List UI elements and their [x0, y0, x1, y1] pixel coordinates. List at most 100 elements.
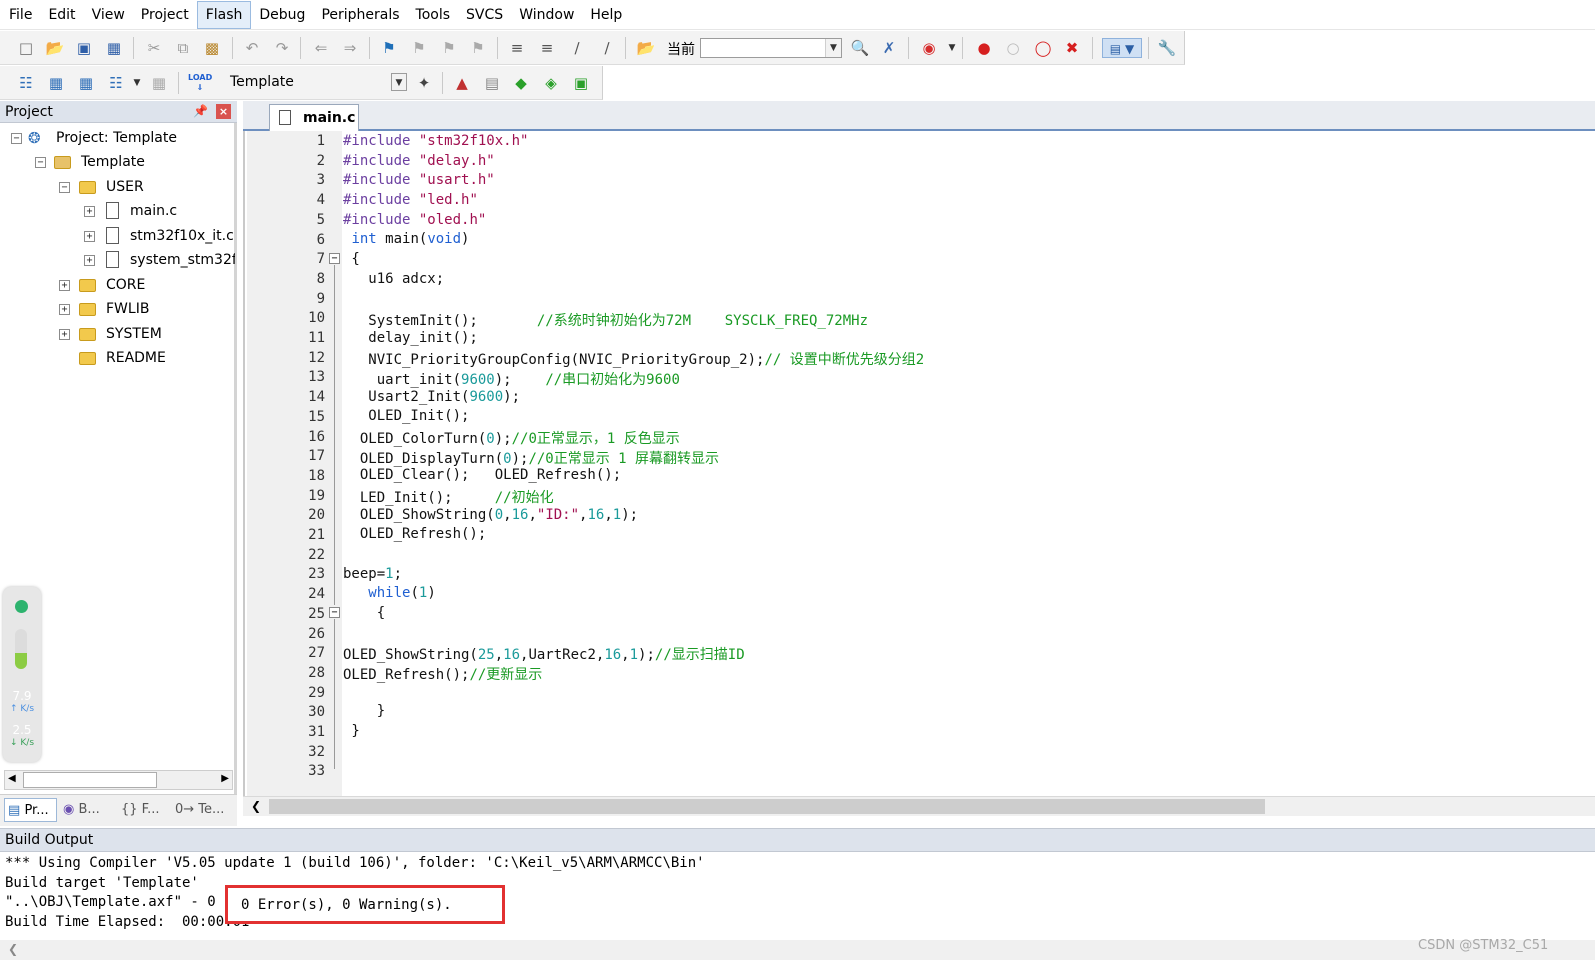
menu-debug[interactable]: Debug: [251, 0, 313, 30]
expand-icon[interactable]: +: [59, 304, 70, 315]
tree-item-core[interactable]: + CORE: [0, 274, 230, 296]
project-panel-title: Project: [5, 104, 53, 120]
file-extensions-icon[interactable]: ▲: [452, 73, 472, 93]
tree-item-system-stm32f1[interactable]: + system_stm32f1: [0, 249, 235, 271]
network-speed-widget[interactable]: 7.9 ↑ K/s 2.5 ↓ K/s: [3, 587, 41, 762]
tab-templates[interactable]: 0→ Te...: [172, 798, 232, 822]
bookmark-icon[interactable]: ⚑: [379, 38, 399, 58]
menu-svcs[interactable]: SVCS: [458, 0, 511, 30]
scroll-thumb[interactable]: [23, 772, 157, 788]
tree-item-readme[interactable]: README: [0, 347, 230, 369]
folder-icon: [79, 352, 96, 365]
tree-item-target[interactable]: − Template: [0, 151, 230, 173]
nav-forward-icon[interactable]: ⇒: [340, 38, 360, 58]
tree-item-system[interactable]: + SYSTEM: [0, 323, 230, 345]
debug-session-icon[interactable]: ◉: [919, 38, 939, 58]
fold-toggle-icon[interactable]: −: [329, 253, 340, 264]
comment-icon[interactable]: ∕: [567, 38, 587, 58]
project-hscrollbar[interactable]: ◀ ▶: [4, 770, 233, 790]
indent-icon[interactable]: ≡: [507, 38, 527, 58]
scroll-left-icon[interactable]: ◀: [8, 773, 16, 784]
close-icon[interactable]: ×: [216, 104, 231, 119]
copy-icon[interactable]: ⧉: [173, 38, 193, 58]
tree-item-fwlib[interactable]: + FWLIB: [0, 298, 230, 320]
tab-main-c[interactable]: main.c: [269, 104, 359, 131]
select-packs-icon[interactable]: ▣: [571, 73, 591, 93]
scroll-left-icon[interactable]: ❮: [8, 942, 18, 956]
incremental-find-icon[interactable]: 🔍: [850, 38, 870, 58]
menu-file[interactable]: File: [0, 0, 40, 30]
expand-icon[interactable]: +: [84, 206, 95, 217]
find-combo[interactable]: ▼: [700, 38, 842, 58]
fold-toggle-icon[interactable]: −: [329, 607, 340, 618]
build-output-hscrollbar[interactable]: ❮: [0, 940, 1595, 960]
pin-icon[interactable]: 📌: [193, 104, 208, 118]
tab-books[interactable]: ◉ B...: [60, 798, 114, 822]
rebuild-icon[interactable]: ▦: [76, 73, 96, 93]
find-replace-icon[interactable]: ✗: [879, 38, 899, 58]
expand-icon[interactable]: +: [59, 329, 70, 340]
target-select[interactable]: Template ▼: [224, 73, 407, 93]
editor-hscrollbar[interactable]: ❮: [243, 796, 1595, 816]
scroll-left-icon[interactable]: ❮: [251, 799, 261, 813]
expand-icon[interactable]: +: [84, 231, 95, 242]
collapse-icon[interactable]: −: [59, 182, 70, 193]
tree-item-main-c[interactable]: + main.c: [0, 200, 235, 222]
stop-build-icon[interactable]: ▦: [149, 73, 169, 93]
scroll-right-icon[interactable]: ▶: [221, 773, 229, 784]
open-file-icon[interactable]: 📂: [45, 38, 65, 58]
collapse-icon[interactable]: −: [35, 157, 46, 168]
new-file-icon[interactable]: □: [16, 38, 36, 58]
tab-functions[interactable]: {} F...: [118, 798, 170, 822]
bookmark-next-icon[interactable]: ⚑: [439, 38, 459, 58]
manage-components-icon[interactable]: ▤: [482, 73, 502, 93]
menu-peripherals[interactable]: Peripherals: [313, 0, 407, 30]
download-load-icon[interactable]: LOAD ⇓: [188, 73, 212, 93]
scroll-thumb[interactable]: [269, 799, 1265, 814]
tree-item-stm32f10x-it-c[interactable]: + stm32f10x_it.c: [0, 225, 235, 247]
find-in-files-icon[interactable]: 📂: [636, 38, 656, 58]
menu-help[interactable]: Help: [582, 0, 630, 30]
tree-item-project[interactable]: − ❂ Project: Template: [0, 127, 230, 149]
bookmark-clear-icon[interactable]: ⚑: [468, 38, 488, 58]
disable-breakpoints-icon[interactable]: ◯: [1033, 38, 1053, 58]
collapse-icon[interactable]: −: [11, 133, 22, 144]
rte-icon[interactable]: ◆: [511, 73, 531, 93]
kill-breakpoints-icon[interactable]: ✖: [1062, 38, 1082, 58]
expand-icon[interactable]: +: [59, 280, 70, 291]
menu-project[interactable]: Project: [133, 0, 197, 30]
tree-item-user[interactable]: − USER: [0, 176, 230, 198]
build-toolbar: ☷ ▦ ▦ ☷ ▼ ▦ LOAD ⇓ Template ▼ ✦ ▲ ▤ ◆ ◈ ▣: [0, 66, 603, 100]
cut-icon[interactable]: ✂: [144, 38, 164, 58]
menu-view[interactable]: View: [84, 0, 133, 30]
menu-tools[interactable]: Tools: [408, 0, 459, 30]
batch-dropdown-icon[interactable]: ▼: [127, 73, 147, 93]
batch-build-icon[interactable]: ☷: [106, 73, 126, 93]
translate-icon[interactable]: ☷: [16, 73, 36, 93]
tab-project[interactable]: ▤ Pr...: [4, 798, 57, 822]
nav-back-icon[interactable]: ⇐: [311, 38, 331, 58]
enable-breakpoint-icon[interactable]: ○: [1003, 38, 1023, 58]
save-all-icon[interactable]: ▦: [104, 38, 124, 58]
uncomment-icon[interactable]: ∕: [597, 38, 617, 58]
debug-dropdown-icon[interactable]: ▼: [942, 38, 962, 58]
line-number: 10: [308, 310, 325, 327]
save-icon[interactable]: ▣: [74, 38, 94, 58]
paste-icon[interactable]: ▩: [202, 38, 222, 58]
file-icon: [279, 110, 291, 125]
bookmark-prev-icon[interactable]: ⚑: [409, 38, 429, 58]
target-options-icon[interactable]: ✦: [414, 73, 434, 93]
redo-icon[interactable]: ↷: [272, 38, 292, 58]
pack-installer-icon[interactable]: ◈: [541, 73, 561, 93]
insert-breakpoint-icon[interactable]: ●: [974, 38, 994, 58]
unindent-icon[interactable]: ≡: [537, 38, 557, 58]
undo-icon[interactable]: ↶: [242, 38, 262, 58]
configure-wrench-icon[interactable]: 🔧: [1157, 38, 1177, 58]
menu-flash[interactable]: Flash: [196, 0, 252, 29]
menu-edit[interactable]: Edit: [40, 0, 83, 30]
build-icon[interactable]: ▦: [46, 73, 66, 93]
menu-window[interactable]: Window: [511, 0, 582, 30]
code-editor[interactable]: 1 2 3 4 5 6 7 8 9 10 11 12 13 14 15 16 17 18 19 20 21 22 23 24 2…: [243, 131, 1595, 796]
window-layout-icon[interactable]: ▤ ▼: [1102, 38, 1142, 58]
expand-icon[interactable]: +: [84, 255, 95, 266]
